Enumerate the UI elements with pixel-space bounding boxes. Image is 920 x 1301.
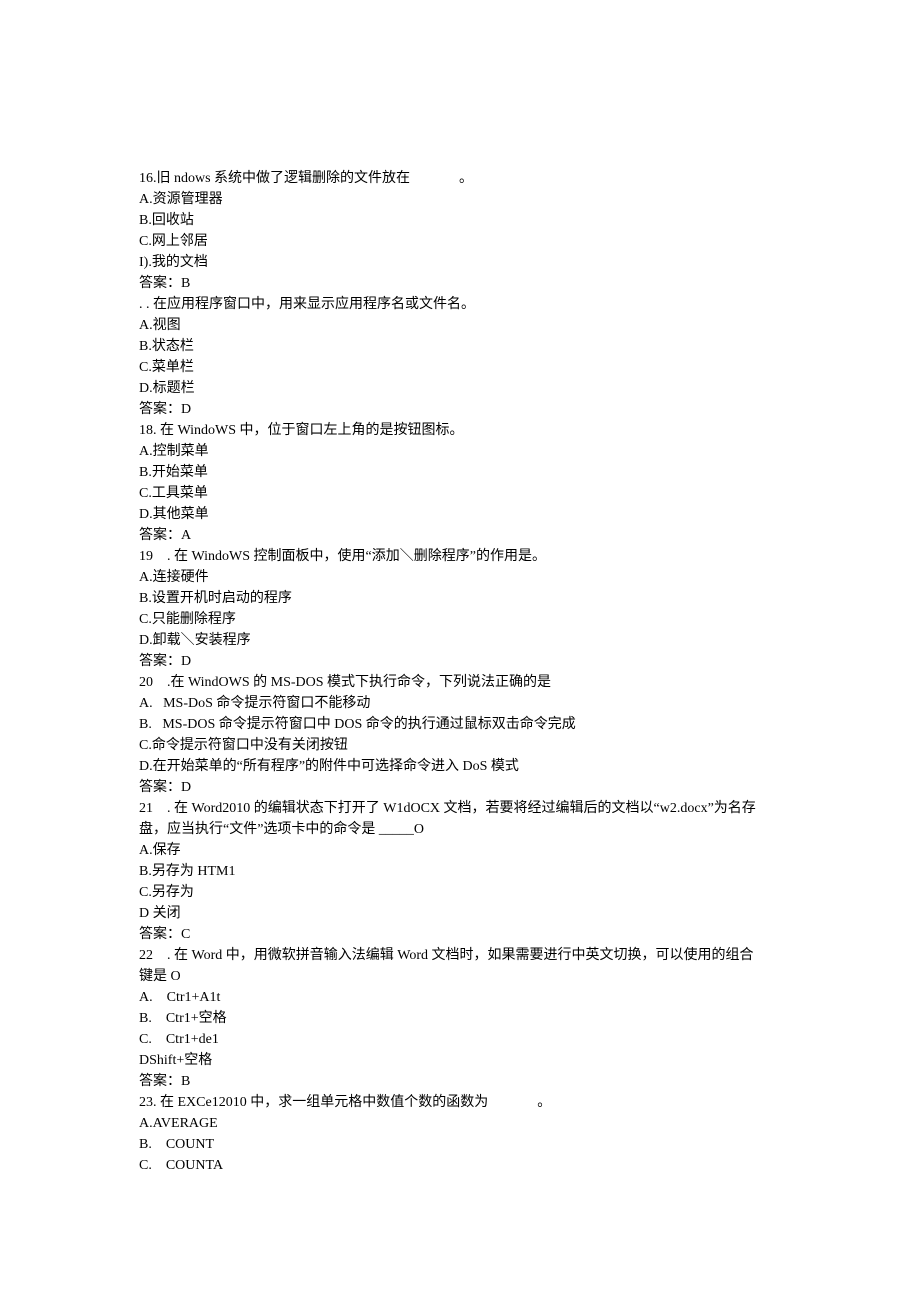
text-line: B.另存为 HTM1 [139,861,781,882]
text-line: 23. 在 EXCe12010 中，求一组单元格中数值个数的函数为 。 [139,1092,781,1113]
document-page: 16.旧 ndows 系统中做了逻辑删除的文件放在 。 A.资源管理器 B.回收… [0,0,920,1276]
text-line: 答案：D [139,651,781,672]
text-line: 答案：C [139,924,781,945]
text-line: A.视图 [139,315,781,336]
text-line: B. COUNT [139,1134,781,1155]
text-line: D.卸载＼安装程序 [139,630,781,651]
text-line: I).我的文档 [139,252,781,273]
text-line: A. Ctr1+A1t [139,987,781,1008]
text-line: B.状态栏 [139,336,781,357]
text-line: A. MS-DoS 命令提示符窗口不能移动 [139,693,781,714]
text-line: D.标题栏 [139,378,781,399]
text-line: D 关闭 [139,903,781,924]
text-line: B. MS-DOS 命令提示符窗口中 DOS 命令的执行通过鼠标双击命令完成 [139,714,781,735]
text-line: 键是 O [139,966,781,987]
text-line: C.菜单栏 [139,357,781,378]
text-line: 答案：D [139,777,781,798]
text-line: C.网上邻居 [139,231,781,252]
text-line: C. COUNTA [139,1155,781,1176]
text-line: B.回收站 [139,210,781,231]
text-line: 19 . 在 WindoWS 控制面板中，使用“添加＼删除程序”的作用是。 [139,546,781,567]
text-line: B.开始菜单 [139,462,781,483]
text-line: C.只能删除程序 [139,609,781,630]
text-line: 答案：A [139,525,781,546]
text-line: A.AVERAGE [139,1113,781,1134]
text-line: 答案：B [139,1071,781,1092]
text-line: D.在开始菜单的“所有程序”的附件中可选择命令进入 DoS 模式 [139,756,781,777]
text-line: C.另存为 [139,882,781,903]
text-line: DShift+空格 [139,1050,781,1071]
text-line: 20 .在 WindOWS 的 MS-DOS 模式下执行命令，下列说法正确的是 [139,672,781,693]
text-line: 21 . 在 Word2010 的编辑状态下打开了 W1dOCX 文档，若要将经… [139,798,781,840]
text-line: 22 . 在 Word 中，用微软拼音输入法编辑 Word 文档时，如果需要进行… [139,945,781,966]
text-line: B. Ctr1+空格 [139,1008,781,1029]
text-line: C. Ctr1+de1 [139,1029,781,1050]
text-line: 18. 在 WindoWS 中，位于窗口左上角的是按钮图标。 [139,420,781,441]
text-line: 答案：B [139,273,781,294]
text-line: 16.旧 ndows 系统中做了逻辑删除的文件放在 。 [139,168,781,189]
text-line: D.其他菜单 [139,504,781,525]
text-line: . . 在应用程序窗口中，用来显示应用程序名或文件名。 [139,294,781,315]
text-line: C.工具菜单 [139,483,781,504]
text-line: 答案：D [139,399,781,420]
text-line: A.连接硬件 [139,567,781,588]
text-line: C.命令提示符窗口中没有关闭按钮 [139,735,781,756]
text-line: A.保存 [139,840,781,861]
text-line: A.资源管理器 [139,189,781,210]
text-line: B.设置开机时启动的程序 [139,588,781,609]
text-line: A.控制菜单 [139,441,781,462]
